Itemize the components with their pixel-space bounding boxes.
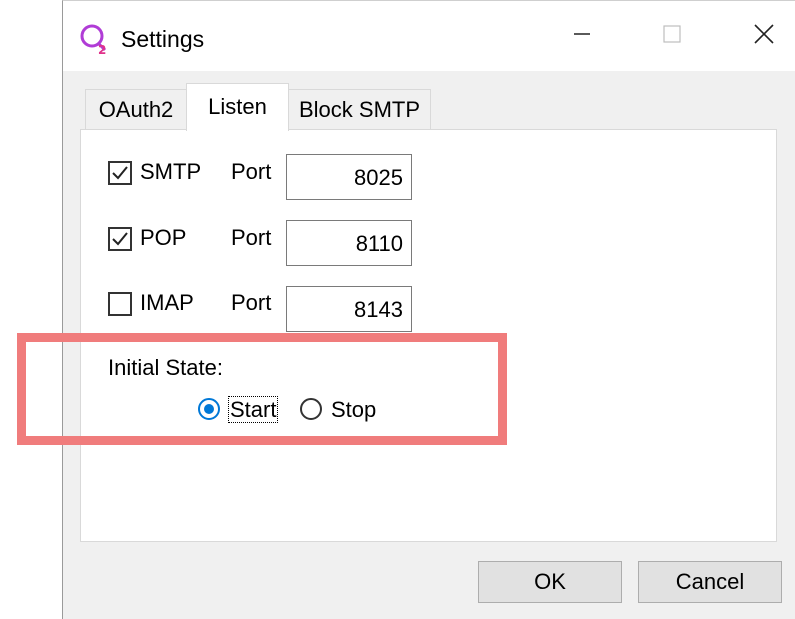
checkmark-icon [112, 166, 128, 180]
imap-port-input[interactable]: 8143 [286, 286, 412, 332]
stop-radio[interactable] [300, 398, 322, 420]
close-button[interactable] [735, 11, 793, 61]
checkmark-icon [112, 232, 128, 246]
smtp-label: SMTP [140, 159, 202, 184]
close-icon [753, 23, 775, 50]
stop-radio-label[interactable]: Stop [331, 397, 376, 423]
imap-port-label: Port [231, 290, 272, 315]
tab-oauth2[interactable]: OAuth2 [85, 89, 187, 129]
pop-label: POP [140, 225, 187, 250]
smtp-port-label: Port [231, 159, 272, 184]
o2-logo-icon: 2 [79, 23, 111, 57]
start-radio-label[interactable]: Start [227, 396, 279, 423]
settings-dialog: 2 Settings OAuth2 Listen Block SMTP SMTP… [62, 0, 795, 619]
tab-label: OAuth2 [98, 96, 174, 122]
start-radio[interactable] [198, 398, 220, 420]
window-title: Settings [121, 26, 205, 52]
tab-listen[interactable]: Listen [186, 83, 289, 131]
screenshot-root: 2 Settings OAuth2 Listen Block SMTP SMTP… [0, 0, 795, 619]
pop-checkbox[interactable] [108, 227, 132, 251]
title-bar: 2 Settings [63, 1, 795, 71]
svg-text:2: 2 [98, 43, 106, 55]
tab-block-smtp[interactable]: Block SMTP [288, 89, 431, 129]
imap-label: IMAP [140, 290, 194, 315]
minimize-button[interactable] [553, 11, 611, 61]
pop-port-label: Port [231, 225, 272, 250]
maximize-button[interactable] [643, 11, 701, 61]
smtp-port-input[interactable]: 8025 [286, 154, 412, 200]
smtp-checkbox[interactable] [108, 161, 132, 185]
tab-label: Block SMTP [298, 96, 421, 122]
cancel-button[interactable]: Cancel [638, 561, 782, 603]
minimize-icon [572, 24, 592, 49]
focus-rectangle: Start [227, 396, 279, 423]
imap-checkbox[interactable] [108, 292, 132, 316]
initial-state-label: Initial State: [108, 355, 223, 380]
ok-button[interactable]: OK [478, 561, 622, 603]
maximize-icon [662, 24, 682, 49]
listen-tab-panel [80, 129, 777, 542]
pop-port-input[interactable]: 8110 [286, 220, 412, 266]
tab-label: Listen [208, 94, 267, 119]
